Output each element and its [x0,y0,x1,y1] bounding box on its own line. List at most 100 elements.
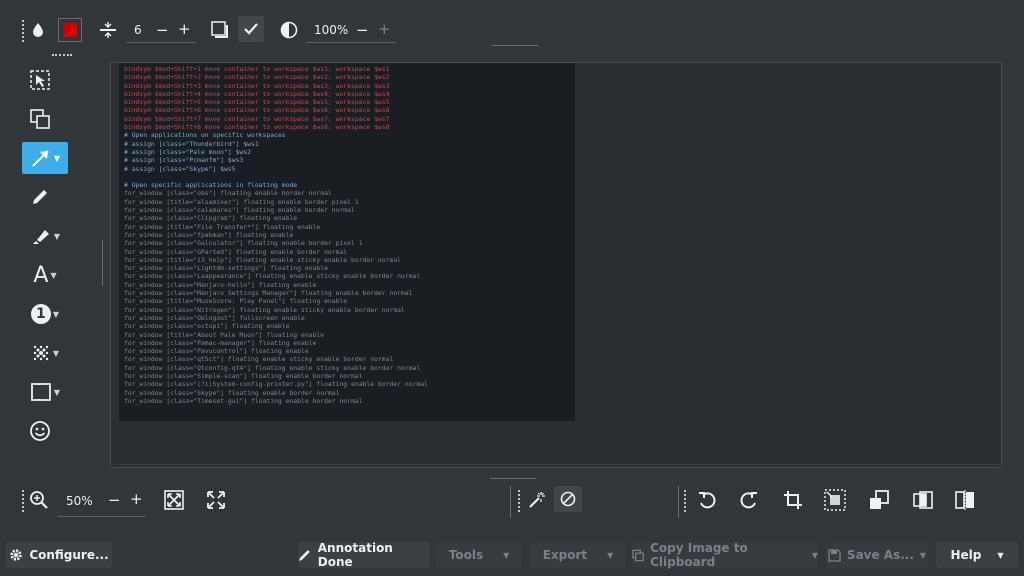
stroke-width-decrease-button[interactable]: − [156,21,169,39]
copy-icon [632,549,644,561]
stroke-width-increase-button[interactable]: + [178,20,191,38]
stroke-width-icon [98,19,118,41]
sticker-tool[interactable] [22,415,58,447]
bottom-splitter[interactable] [490,478,536,479]
opacity-increase-button[interactable]: + [378,20,391,38]
blur-tool[interactable]: ▼ [22,337,68,369]
pen-tool[interactable] [22,181,58,213]
save-as-label: Save As... [846,548,914,562]
cut-button[interactable] [822,488,848,512]
no-effect-button[interactable] [554,486,582,512]
arrow-tool[interactable]: ▼ [22,142,68,174]
stroke-width-field[interactable]: 6 − + [126,20,196,43]
bottom-button-bar: Configure... Annotation Done Tools ▼ Exp… [0,540,1024,576]
chevron-down-icon[interactable]: ▼ [53,349,59,358]
chevron-down-icon[interactable]: ▼ [54,232,60,241]
screenshot-text-line: for_window [class="Oblogout"] fullscreen… [124,313,305,322]
screenshot-text-line: for_window [class="fpakman"] floating en… [124,230,294,239]
screenshot-text-line: bindsym $mod+Shift+6 move container to w… [124,106,390,115]
shadow-icon[interactable] [210,19,230,41]
save-as-button[interactable]: Save As... ▼ [826,542,928,568]
toolbar-grip-horizontal[interactable] [52,54,72,56]
rectangle-tool[interactable]: ▼ [22,376,68,408]
selection-icon [30,70,50,90]
screenshot-text-line: for_window [class="Pamac-manager"] float… [124,338,317,347]
toolbar-grip[interactable] [518,490,523,512]
shadow-checkbox[interactable] [238,16,264,42]
export-menu-button[interactable]: Export ▼ [530,542,626,568]
screenshot-text-line: for_window [title="alsamixer"] floating … [124,197,359,206]
toolbar-grip[interactable] [22,490,27,512]
undo-icon [699,492,716,509]
screenshot-text-line: # Open specific applications in floating… [124,181,298,190]
scale-button[interactable] [866,488,892,512]
screenshot-text-line: # assign [class="Pale moon"] $ws2 [124,147,251,156]
number-tool[interactable]: 1 ▼ [22,298,68,330]
selection-tool[interactable] [22,64,58,96]
help-label: Help [950,548,982,562]
chevron-down-icon[interactable]: ▼ [53,310,59,319]
toolbar-grip[interactable] [22,20,27,42]
fit-to-window-button[interactable] [162,488,186,512]
rectangle-icon [31,383,51,401]
redo-button[interactable] [736,488,762,512]
screenshot-text-line: for_window [title="MuseScore: Play Panel… [124,297,348,306]
captured-screenshot[interactable]: bindsym $mod+Shift+1 move container to w… [119,63,575,421]
blur-icon [33,345,49,361]
top-splitter[interactable] [492,45,538,46]
screenshot-text-line: for_window [class="Qtconfig-qt4"] floati… [124,363,421,372]
duplicate-icon [30,109,50,129]
screenshot-text-line: bindsym $mod+Shift+5 move container to w… [124,98,390,107]
screenshot-text-line: for_window [title="File Transfer*"] floa… [124,222,321,231]
chevron-down-icon: ▼ [997,550,1004,560]
crop-button[interactable] [780,488,806,512]
screenshot-text-line: for_window [class="Nitrogen"] floating e… [124,305,405,314]
flip-button[interactable] [952,488,978,512]
zoom-out-button[interactable]: − [108,491,121,509]
divider [510,486,511,518]
opacity-decrease-button[interactable]: − [356,21,369,39]
screenshot-text-line: for_window [class="GParted"] floating en… [124,247,348,256]
screenshot-text-line: for_window [class="Manjaro Settings Mana… [124,289,413,298]
screenshot-text-line [124,173,575,181]
help-button[interactable]: Help ▼ [936,542,1018,568]
actual-size-button[interactable] [204,488,228,512]
magic-wand-icon[interactable] [526,488,548,512]
crop-icon [784,491,802,509]
screenshot-text-line: bindsym $mod+Shift+8 move container to w… [124,123,390,132]
text-tool[interactable]: A ▼ [22,259,68,291]
screenshot-text-line: for_window [class="Simple-scan"] floatin… [124,371,363,380]
toolbar-grip[interactable] [684,490,689,512]
copy-image-label: Copy Image to Clipboard [650,541,748,569]
opacity-field[interactable]: 100% − + [306,20,396,43]
duplicate-tool[interactable] [22,103,58,135]
pen-icon [33,190,47,204]
screenshot-text-line: for_window [class="qt5ct"] floating enab… [124,355,394,364]
screenshot-text-line: for_window [title="About Pale Moon"] flo… [124,330,325,339]
zoom-field[interactable]: 50% − + [58,488,146,517]
annotation-done-button[interactable]: Annotation Done [298,541,430,569]
color-picker-button[interactable] [58,18,82,42]
chevron-down-icon[interactable]: ▼ [54,388,60,397]
modify-canvas-button[interactable] [910,488,936,512]
fit-icon [164,490,184,510]
copy-image-button[interactable]: Copy Image to Clipboard ▼ [632,541,818,569]
chevron-down-icon[interactable]: ▼ [54,154,60,163]
highlighter-icon [32,230,49,244]
screenshot-text-line: for_window [class="(?i)System-config-pri… [124,380,428,389]
undo-button[interactable] [694,488,720,512]
tools-menu-button[interactable]: Tools ▼ [436,542,522,568]
pencil-icon [298,550,310,561]
left-splitter[interactable] [102,240,103,286]
canvas-icon [913,491,933,509]
screenshot-text-line: for_window [title="i3_help"] floating en… [124,255,402,264]
highlighter-tool[interactable]: ▼ [22,220,68,252]
stroke-width-value: 6 [134,23,142,37]
arrow-icon [32,150,49,167]
configure-button[interactable]: Configure... [6,542,112,568]
screenshot-text-line: for_window [class="calamares"] floating … [124,206,355,215]
zoom-in-button[interactable]: + [130,490,143,508]
chevron-down-icon[interactable]: ▼ [50,271,56,280]
configure-label: Configure... [29,548,109,562]
opacity-drop-icon[interactable] [30,18,46,42]
